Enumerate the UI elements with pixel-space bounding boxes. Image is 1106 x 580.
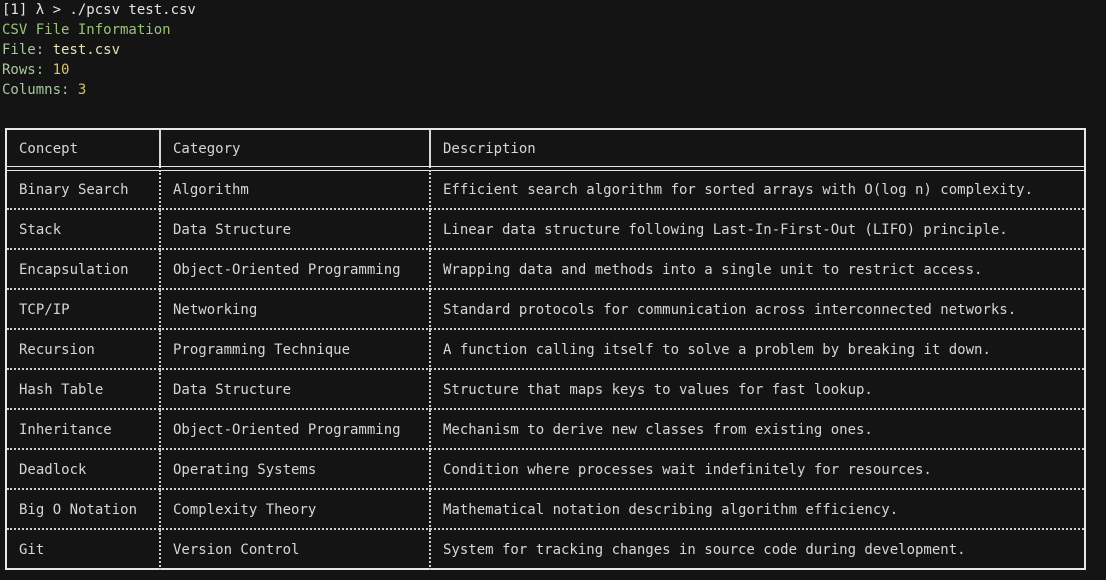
table-row: Binary Search Algorithm Efficient search… [7, 170, 1084, 210]
cell-concept: Binary Search [19, 182, 129, 198]
cell-category: Operating Systems [159, 450, 429, 490]
cell-concept: Recursion [19, 342, 95, 358]
rows-value: 10 [52, 62, 70, 78]
cell-category: Object-Oriented Programming [159, 250, 429, 290]
header-concept: Concept [19, 141, 79, 157]
cell-description: Mechanism to derive new classes from exi… [429, 410, 1084, 450]
cell-description: Efficient search algorithm for sorted ar… [429, 170, 1084, 210]
table-row: TCP/IP Networking Standard protocols for… [7, 290, 1084, 330]
cell-category: Object-Oriented Programming [159, 410, 429, 450]
file-value: test.csv [52, 42, 121, 58]
command-prompt: [1] λ > ./pcsv test.csv [2, 2, 196, 18]
cell-concept: TCP/IP [19, 302, 70, 318]
cell-concept: Stack [19, 222, 62, 238]
info-title: CSV File Information [2, 22, 171, 38]
cell-description: A function calling itself to solve a pro… [429, 330, 1084, 370]
rows-info-line: Rows: 10 [2, 60, 69, 80]
cell-category: Complexity Theory [159, 490, 429, 530]
columns-label: Columns: [2, 82, 78, 98]
columns-value: 3 [77, 82, 87, 98]
table-row: Recursion Programming Technique A functi… [7, 330, 1084, 370]
columns-info-line: Columns: 3 [2, 80, 86, 100]
cell-description: Wrapping data and methods into a single … [429, 250, 1084, 290]
table-row: Git Version Control System for tracking … [7, 530, 1084, 570]
table-row: Stack Data Structure Linear data structu… [7, 210, 1084, 250]
cell-category: Version Control [159, 530, 429, 570]
cell-description: Structure that maps keys to values for f… [429, 370, 1084, 410]
cell-category: Data Structure [159, 210, 429, 250]
cell-description: Mathematical notation describing algorit… [429, 490, 1084, 530]
table-row: Hash Table Data Structure Structure that… [7, 370, 1084, 410]
cell-category: Data Structure [159, 370, 429, 410]
rows-label: Rows: [2, 62, 53, 78]
cell-concept: Deadlock [19, 462, 87, 478]
cell-concept: Git [19, 542, 45, 558]
cell-concept: Hash Table [19, 382, 104, 398]
cell-category: Programming Technique [159, 330, 429, 370]
table-header-row: Concept Category Description [7, 130, 1084, 168]
header-description: Description [429, 130, 1084, 168]
cell-description: Standard protocols for communication acr… [429, 290, 1084, 330]
cell-description: Linear data structure following Last-In-… [429, 210, 1084, 250]
cell-concept: Inheritance [19, 422, 112, 438]
cell-concept: Big O Notation [19, 502, 138, 518]
header-category: Category [159, 130, 429, 168]
cell-category: Algorithm [159, 170, 429, 210]
cell-category: Networking [159, 290, 429, 330]
cell-concept: Encapsulation [19, 262, 129, 278]
table-row: Inheritance Object-Oriented Programming … [7, 410, 1084, 450]
cell-description: Condition where processes wait indefinit… [429, 450, 1084, 490]
file-info-line: File: test.csv [2, 40, 120, 60]
cell-description: System for tracking changes in source co… [429, 530, 1084, 570]
file-label: File: [2, 42, 53, 58]
table-row: Deadlock Operating Systems Condition whe… [7, 450, 1084, 490]
table-row: Encapsulation Object-Oriented Programmin… [7, 250, 1084, 290]
table-row: Big O Notation Complexity Theory Mathema… [7, 490, 1084, 530]
csv-table: Concept Category Description Binary Sear… [5, 128, 1086, 570]
